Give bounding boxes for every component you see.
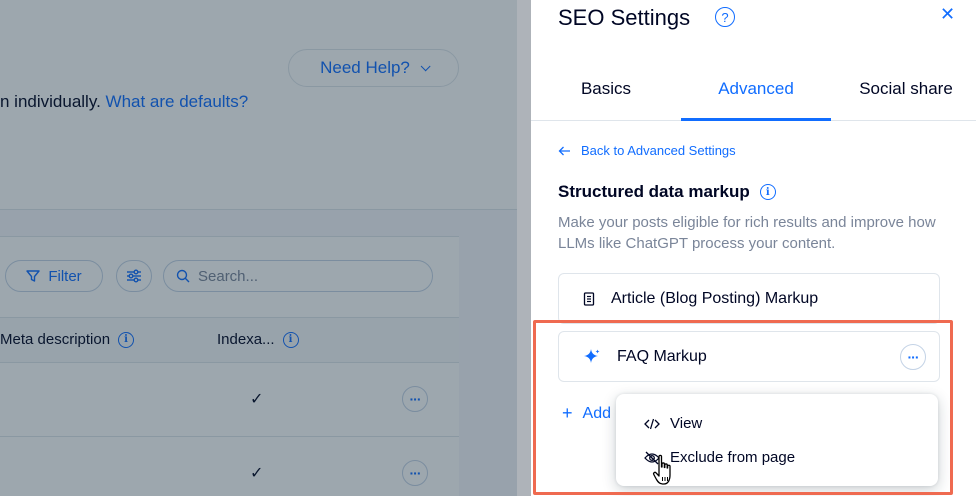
tab-social-share[interactable]: Social share <box>831 68 976 121</box>
menu-item-label: View <box>670 415 703 432</box>
menu-item-label: Exclude from page <box>670 449 796 466</box>
markup-label: FAQ Markup <box>617 347 707 365</box>
modal-overlay[interactable] <box>0 0 517 496</box>
hand-cursor-icon <box>652 454 671 485</box>
code-icon <box>644 418 660 429</box>
document-icon <box>583 291 595 306</box>
background-page: Need Help? n individually. What are defa… <box>0 0 517 496</box>
back-to-advanced-link[interactable]: Back to Advanced Settings <box>558 143 736 158</box>
faq-markup-card[interactable]: FAQ Markup ··· <box>558 331 940 382</box>
back-link-label: Back to Advanced Settings <box>581 143 736 158</box>
panel-tabs: Basics Advanced Social share <box>531 68 976 121</box>
tab-basics[interactable]: Basics <box>531 68 681 121</box>
info-icon[interactable]: i <box>759 184 776 200</box>
close-icon[interactable]: ✕ <box>940 4 955 25</box>
seo-settings-panel: SEO Settings ? ✕ Basics Advanced Social … <box>531 0 976 496</box>
markup-label: Article (Blog Posting) Markup <box>611 289 819 307</box>
panel-divider <box>517 0 531 496</box>
add-label: Add <box>582 404 611 422</box>
add-markup-link[interactable]: + Add <box>562 403 611 424</box>
section-title: Structured data markup i <box>558 182 776 202</box>
faq-more-actions-button[interactable]: ··· <box>900 344 926 370</box>
article-markup-card[interactable]: Article (Blog Posting) Markup <box>558 273 940 324</box>
sparkle-icon <box>584 348 600 363</box>
section-description: Make your posts eligible for rich result… <box>558 214 936 252</box>
tab-advanced[interactable]: Advanced <box>681 68 831 121</box>
panel-title: SEO Settings <box>558 5 691 30</box>
help-icon[interactable]: ? <box>715 7 735 27</box>
menu-item-view[interactable]: View <box>644 415 702 432</box>
section-title-label: Structured data markup <box>558 182 750 201</box>
plus-icon: + <box>562 403 573 423</box>
arrow-left-icon <box>558 146 570 155</box>
